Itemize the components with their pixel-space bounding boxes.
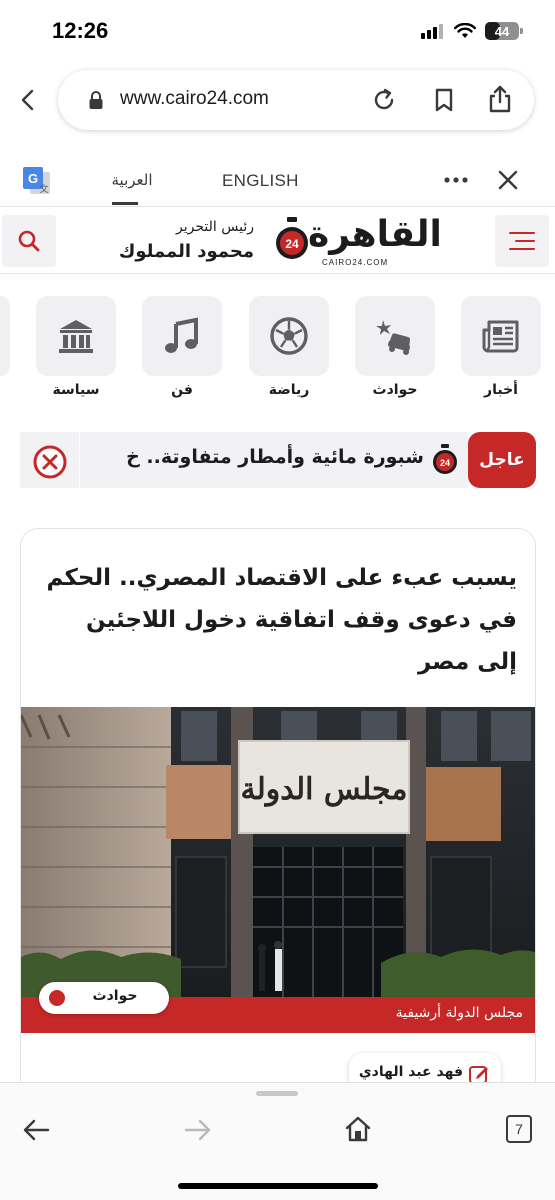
stopwatch-logo-icon: 24 [433, 444, 457, 474]
category-label: سياسة [52, 382, 100, 398]
category-tile-partial[interactable] [0, 296, 10, 376]
url-text: www.cairo24.com [120, 88, 269, 109]
active-tab-underline [112, 202, 138, 205]
forward-arrow-icon[interactable] [184, 1117, 212, 1143]
building-sign-text: مجلس الدولة [241, 772, 408, 807]
car-crash-icon [376, 320, 410, 355]
site-header: رئيس التحرير محمود المملوك 24 القاهرة CA… [0, 206, 555, 274]
category-sports[interactable]: رياضة [249, 296, 329, 398]
tabs-count-button[interactable]: 7 [506, 1115, 532, 1143]
battery-icon: 44 [485, 22, 523, 40]
logo-wordmark: القاهرة [308, 214, 442, 255]
article-title[interactable]: يسبب عبء على الاقتصاد المصري.. الحكم في … [39, 557, 517, 683]
category-label: فن [171, 382, 193, 398]
category-label: رياضة [268, 382, 310, 398]
url-field[interactable]: www.cairo24.com [58, 70, 534, 130]
wifi-icon [454, 23, 476, 38]
search-button[interactable] [2, 215, 56, 267]
close-translate-icon[interactable] [496, 168, 520, 192]
breaking-badge: عاجل [468, 432, 536, 488]
newspaper-icon [482, 320, 519, 353]
status-icons: 44 [421, 22, 523, 40]
site-logo[interactable]: 24 القاهرة CAIRO24.COM [270, 213, 442, 269]
close-circle-icon [33, 445, 67, 479]
more-options-icon[interactable] [443, 170, 469, 190]
mini-logo-badge: 24 [440, 458, 450, 468]
breaking-news-ticker: شبورة مائية وأمطار متفاوتة.. خ 24 عاجل [20, 432, 536, 488]
ticker-headline[interactable]: شبورة مائية وأمطار متفاوتة.. خ [126, 446, 424, 468]
bookmark-icon[interactable] [430, 86, 458, 114]
svg-text:文: 文 [39, 183, 48, 195]
edit-pen-icon [469, 1066, 488, 1084]
article-category-chip[interactable]: حوادث [39, 982, 169, 1014]
share-icon[interactable] [486, 84, 514, 114]
editor-in-chief-label: رئيس التحرير [176, 219, 254, 235]
tab-english[interactable]: ENGLISH [222, 171, 299, 191]
status-time: 12:26 [52, 18, 109, 43]
battery-level: 44 [494, 23, 510, 39]
svg-text:G: G [28, 171, 38, 186]
translate-bar: G 文 العربية ENGLISH [0, 156, 555, 206]
ticker-track[interactable]: شبورة مائية وأمطار متفاوتة.. خ 24 [80, 432, 468, 488]
category-art[interactable]: فن [142, 296, 222, 398]
article-image[interactable]: مجلس الدولة [21, 707, 535, 997]
google-translate-icon[interactable]: G 文 [22, 166, 52, 196]
football-icon [270, 317, 308, 355]
state-council-building-photo: مجلس الدولة [21, 707, 535, 997]
category-dot-icon [49, 990, 65, 1006]
back-arrow-icon[interactable] [22, 1117, 50, 1143]
menu-button[interactable] [495, 215, 549, 267]
author-name: فهد عبد الهادي [358, 1064, 463, 1080]
editor-in-chief-name: محمود المملوك [118, 241, 254, 262]
lock-icon [89, 91, 103, 109]
ticker-close-button[interactable] [20, 432, 80, 488]
category-accidents[interactable]: حوادث [355, 296, 435, 398]
article-category-label: حوادث [92, 988, 138, 1004]
browser-address-bar: www.cairo24.com [0, 62, 555, 138]
status-bar: 12:26 44 [0, 0, 555, 62]
browser-page: 12:26 44 www.cairo24.com G 文 العربية ENG… [0, 0, 555, 1200]
cellular-signal-icon [421, 24, 443, 39]
hamburger-menu-icon [509, 232, 535, 250]
home-icon[interactable] [344, 1115, 372, 1143]
government-building-icon [59, 320, 93, 353]
music-note-icon [165, 317, 198, 353]
logo-domain: CAIRO24.COM [322, 258, 389, 267]
category-label: أخبار [484, 382, 518, 398]
article-card[interactable]: يسبب عبء على الاقتصاد المصري.. الحكم في … [20, 528, 536, 1108]
search-icon [18, 230, 40, 252]
category-strip: سياسة فن رياضة حوادث أخبار [0, 296, 555, 408]
browser-bottom-toolbar: 7 [0, 1082, 555, 1200]
logo-badge: 24 [285, 237, 299, 251]
sheet-grabber[interactable] [256, 1091, 298, 1096]
reload-icon[interactable] [370, 86, 398, 114]
browser-back-chevron-icon[interactable] [14, 86, 42, 114]
category-label: حوادث [372, 382, 418, 398]
home-indicator [178, 1183, 378, 1189]
stopwatch-logo-icon: 24 [276, 217, 308, 259]
image-caption: مجلس الدولة أرشيفية [395, 1005, 523, 1021]
tab-arabic[interactable]: العربية [96, 171, 168, 189]
category-news[interactable]: أخبار [461, 296, 541, 398]
category-politics[interactable]: سياسة [36, 296, 116, 398]
